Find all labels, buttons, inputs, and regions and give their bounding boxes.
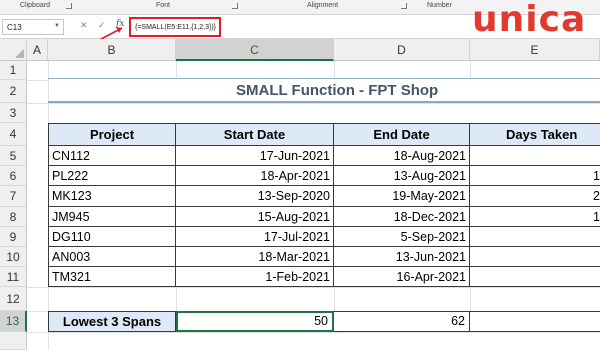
select-all-corner[interactable] — [0, 39, 27, 61]
row-header-13[interactable]: 13 — [0, 311, 27, 332]
table-row-1-days[interactable] — [470, 146, 600, 166]
row-header-8[interactable]: 8 — [0, 207, 27, 227]
gridline — [27, 332, 600, 333]
sheet-title[interactable]: SMALL Function - FPT Shop — [48, 78, 600, 103]
table-row-1-end[interactable]: 18-Aug-2021 — [334, 146, 470, 166]
alignment-launcher-icon[interactable] — [401, 3, 407, 9]
ribbon-group-number: Number — [427, 2, 452, 9]
table-row-6-project[interactable]: AN003 — [49, 247, 176, 267]
table-row-3-end[interactable]: 19-May-2021 — [334, 186, 470, 207]
table-row-6-days[interactable] — [470, 247, 600, 267]
row-header-6[interactable]: 6 — [0, 166, 27, 186]
formula-input[interactable]: {=SMALL(E5:E11,{1,2,3})} — [129, 17, 221, 37]
table-row-2-start[interactable]: 18-Apr-2021 — [176, 166, 334, 186]
column-header-a[interactable]: A — [27, 39, 48, 61]
font-launcher-icon[interactable] — [232, 3, 238, 9]
table-row-5-start[interactable]: 17-Jul-2021 — [176, 227, 334, 247]
table-row-3-project[interactable]: MK123 — [49, 186, 176, 207]
table-row-6-end[interactable]: 13-Jun-2021 — [334, 247, 470, 267]
column-header-d[interactable]: D — [334, 39, 470, 61]
row-header-4[interactable]: 4 — [0, 123, 27, 146]
gridline — [176, 287, 177, 311]
gridline — [176, 61, 177, 78]
row-header-14[interactable] — [0, 332, 27, 350]
ribbon-group-font: Font — [156, 2, 171, 9]
row-header-12[interactable]: 12 — [0, 287, 27, 311]
table-row-5-days[interactable] — [470, 227, 600, 247]
gridline — [334, 287, 335, 311]
active-cell-c13[interactable]: 50 — [176, 311, 334, 332]
summary-label[interactable]: Lowest 3 Spans — [48, 311, 176, 332]
ribbon-group-alignment: Alignment — [307, 2, 339, 9]
summary-cell-e13[interactable] — [470, 311, 600, 332]
row-header-1[interactable]: 1 — [0, 61, 27, 80]
column-header-c[interactable]: C — [176, 39, 334, 61]
clipboard-launcher-icon[interactable] — [66, 3, 72, 9]
table-row-4-days[interactable]: 1 — [470, 207, 600, 227]
row-header-7[interactable]: 7 — [0, 186, 27, 207]
table-row-4-end[interactable]: 18-Dec-2021 — [334, 207, 470, 227]
table-row-4-start[interactable]: 15-Aug-2021 — [176, 207, 334, 227]
table-row-7-project[interactable]: TM321 — [49, 267, 176, 287]
table-row-5-project[interactable]: DG110 — [49, 227, 176, 247]
table-row-2-end[interactable]: 13-Aug-2021 — [334, 166, 470, 186]
row-header-10[interactable]: 10 — [0, 247, 27, 267]
header-project[interactable]: Project — [49, 124, 176, 146]
summary-cell-d13[interactable]: 62 — [334, 311, 470, 332]
table-row-1-project[interactable]: CN112 — [49, 146, 176, 166]
gridline — [27, 80, 48, 81]
table-row-5-end[interactable]: 5-Sep-2021 — [334, 227, 470, 247]
table-row-2-days[interactable]: 1 — [470, 166, 600, 186]
row-header-5[interactable]: 5 — [0, 146, 27, 166]
brand-logo: unica — [472, 0, 587, 40]
table-row-7-start[interactable]: 1-Feb-2021 — [176, 267, 334, 287]
column-header-b[interactable]: B — [48, 39, 176, 61]
name-box-value: C13 — [7, 23, 22, 32]
column-header-e[interactable]: E — [470, 39, 600, 61]
gridline — [27, 103, 600, 104]
table-row-7-days[interactable] — [470, 267, 600, 287]
header-start-date[interactable]: Start Date — [176, 124, 334, 146]
gridline — [27, 287, 600, 288]
row-header-2[interactable]: 2 — [0, 80, 27, 103]
gridline — [470, 61, 471, 78]
row-header-9[interactable]: 9 — [0, 227, 27, 247]
gridline — [470, 287, 471, 311]
table-row-3-start[interactable]: 13-Sep-2020 — [176, 186, 334, 207]
row-header-11[interactable]: 11 — [0, 267, 27, 287]
table-row-2-project[interactable]: PL222 — [49, 166, 176, 186]
gridline — [334, 61, 335, 78]
table-row-6-start[interactable]: 18-Mar-2021 — [176, 247, 334, 267]
table-row-1-start[interactable]: 17-Jun-2021 — [176, 146, 334, 166]
header-end-date[interactable]: End Date — [334, 124, 470, 146]
header-days-taken[interactable]: Days Taken — [470, 124, 600, 146]
table-row-4-project[interactable]: JM945 — [49, 207, 176, 227]
row-header-3[interactable]: 3 — [0, 103, 27, 123]
table-row-7-end[interactable]: 16-Apr-2021 — [334, 267, 470, 287]
name-box[interactable]: C13 ▼ — [2, 19, 64, 35]
ribbon-group-clipboard: Clipboard — [20, 2, 50, 9]
table-row-3-days[interactable]: 2 — [470, 186, 600, 207]
